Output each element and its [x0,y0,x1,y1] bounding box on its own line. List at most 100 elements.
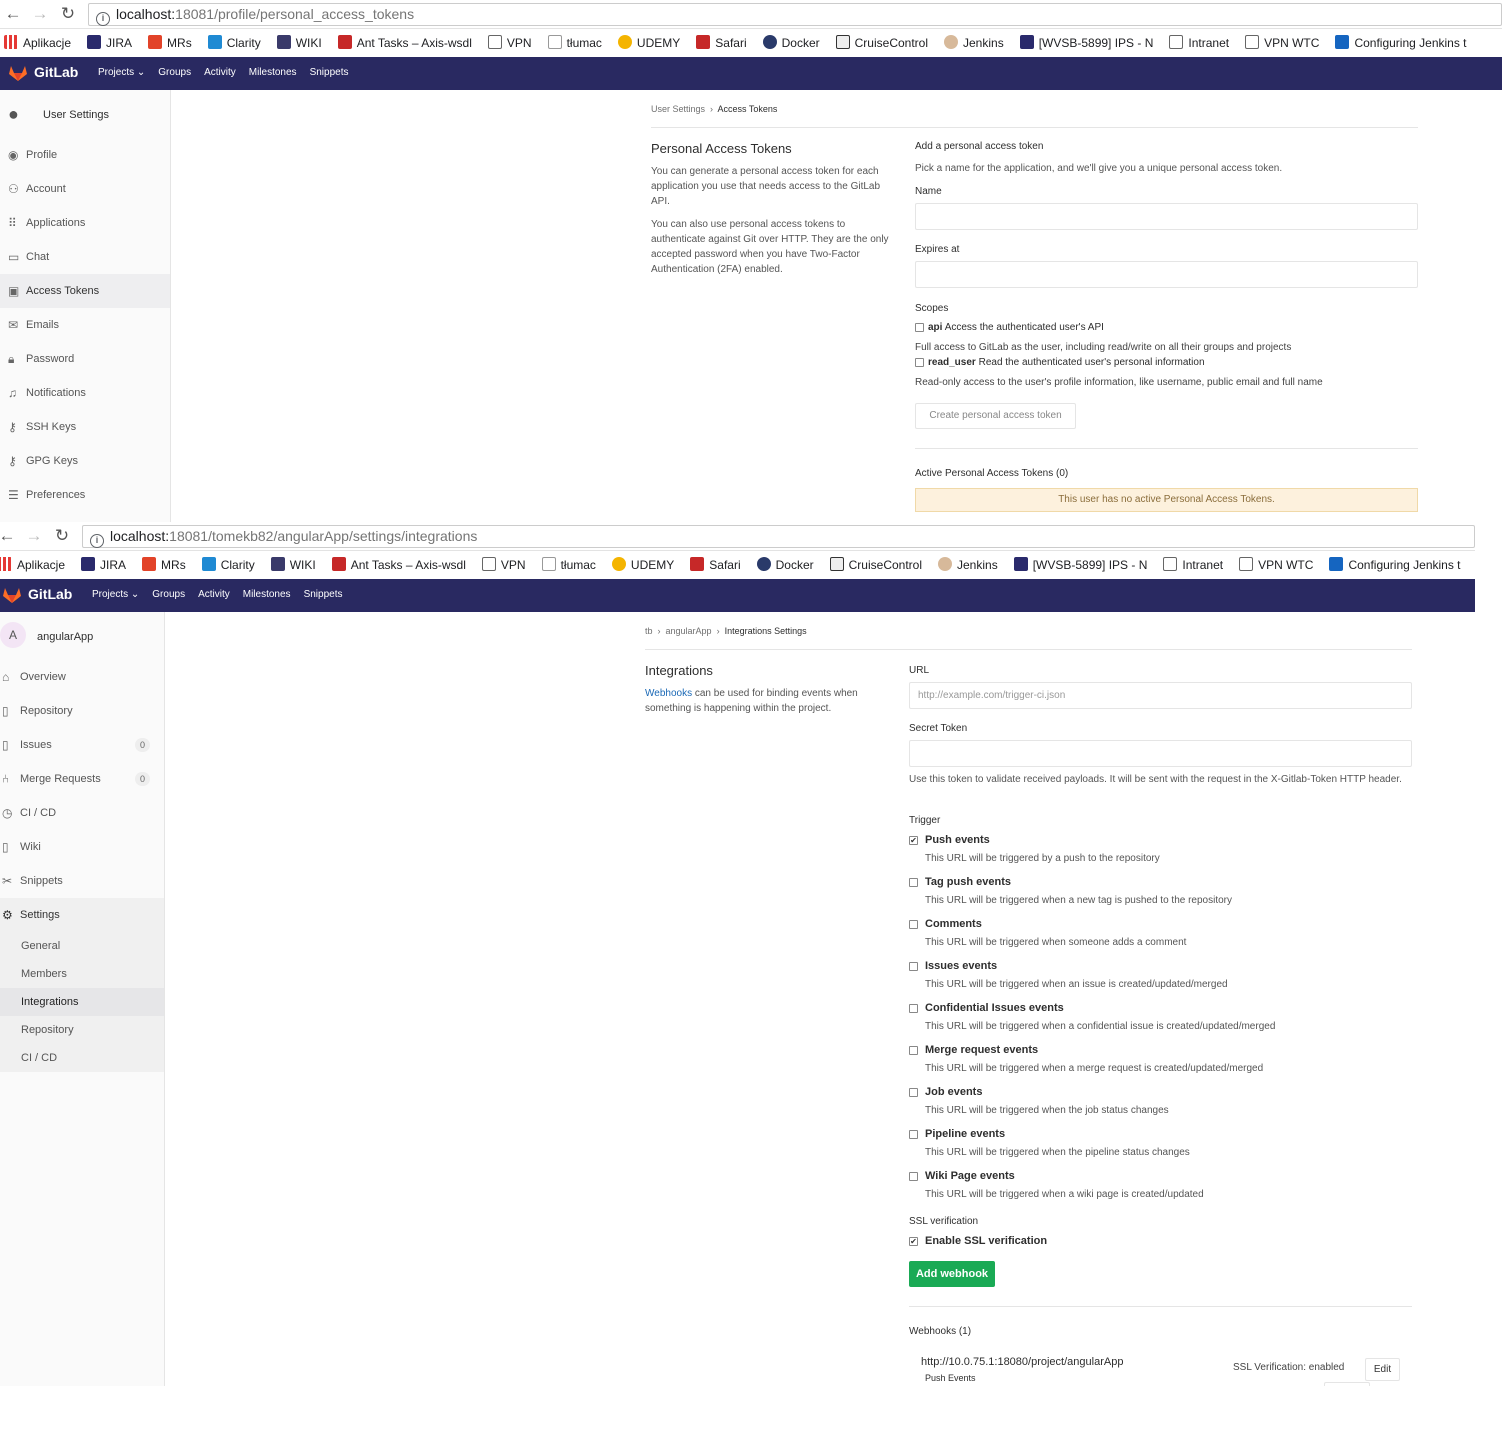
sidebar-item-applications[interactable]: ⠿ Applications [0,206,170,240]
bookmark-item[interactable]: tłumac [538,551,596,579]
bookmark-item[interactable]: Aplikacje [0,29,71,57]
issues-events-checkbox[interactable] [909,962,918,971]
nav-projects[interactable]: Projects ⌄ [98,67,145,78]
breadcrumb-access-tokens[interactable]: Access Tokens [718,104,778,114]
bookmark-item[interactable]: CruiseControl [832,29,928,57]
pipeline-events-checkbox[interactable] [909,1130,918,1139]
bookmark-item[interactable]: Clarity [198,551,255,579]
test-webhook-button[interactable] [1324,1382,1370,1386]
bookmark-item[interactable]: CruiseControl [826,551,922,579]
bookmark-item[interactable]: WIKI [273,29,322,57]
gitlab-logo-icon[interactable] [2,585,22,605]
settings-sub-general[interactable]: General [0,932,164,960]
nav-groups[interactable]: Groups [158,67,191,78]
nav-milestones[interactable]: Milestones [249,67,297,78]
bookmark-item[interactable]: Safari [686,551,741,579]
sidebar-item-preferences[interactable]: ☰ Preferences [0,478,170,512]
create-token-button[interactable]: Create personal access token [915,403,1076,429]
bookmark-item[interactable]: [WVSB-5899] IPS - N [1010,551,1147,579]
nav-activity[interactable]: Activity [204,67,236,78]
add-webhook-button[interactable]: Add webhook [909,1261,995,1287]
tag-push-events-checkbox[interactable] [909,878,918,887]
bookmark-item[interactable]: Intranet [1159,551,1223,579]
nav-snippets[interactable]: Snippets [310,67,349,78]
bookmark-item[interactable]: Jenkins [934,551,998,579]
sidebar-item-password[interactable]: 🔒︎ Password [0,342,170,376]
scope-api-checkbox[interactable] [915,323,924,332]
confidential-issues-events-checkbox[interactable] [909,1004,918,1013]
sidebar-item-wiki[interactable]: ▯ Wiki [0,830,164,864]
webhooks-link[interactable]: Webhooks [645,688,692,699]
bookmark-item[interactable]: MRs [144,29,192,57]
nav-activity[interactable]: Activity [198,589,230,600]
info-icon[interactable]: i [90,534,104,548]
nav-groups[interactable]: Groups [152,589,185,600]
brand-name[interactable]: GitLab [34,64,78,80]
breadcrumb-integrations[interactable]: Integrations Settings [725,626,807,636]
bookmark-item[interactable]: Configuring Jenkins t [1325,551,1461,579]
sidebar-item-settings[interactable]: ⚙ Settings [0,898,164,932]
bookmark-item[interactable]: MRs [138,551,186,579]
bookmark-item[interactable]: VPN [478,551,526,579]
back-icon[interactable]: ← [3,4,23,24]
sidebar-item-repository[interactable]: ▯ Repository [0,694,164,728]
bookmark-item[interactable]: WIKI [267,551,316,579]
breadcrumb-namespace[interactable]: tb [645,626,653,636]
sidebar-item-issues[interactable]: ▯ Issues 0 [0,728,164,762]
forward-icon[interactable]: → [24,526,44,546]
expires-input[interactable] [915,261,1418,288]
url-field[interactable]: i localhost:18081/profile/personal_access… [88,3,1502,26]
bookmark-item[interactable]: Aplikacje [0,551,65,579]
bookmark-item[interactable]: [WVSB-5899] IPS - N [1016,29,1153,57]
bookmark-item[interactable]: JIRA [77,551,126,579]
bookmark-item[interactable]: Intranet [1165,29,1229,57]
bookmark-item[interactable]: Ant Tasks – Axis-wsdl [334,29,472,57]
webhook-url-input[interactable]: http://example.com/trigger-ci.json [909,682,1412,709]
sidebar-item-account[interactable]: ⚇ Account [0,172,170,206]
bookmark-item[interactable]: UDEMY [614,29,680,57]
sidebar-item-overview[interactable]: ⌂ Overview [0,660,164,694]
sidebar-item-notifications[interactable]: ♫ Notifications [0,376,170,410]
sidebar-item-gpg-keys[interactable]: ⚷ GPG Keys [0,444,170,478]
settings-sub-ci-cd[interactable]: CI / CD [0,1044,164,1072]
nav-milestones[interactable]: Milestones [243,589,291,600]
sidebar-item-ci-cd[interactable]: ◷ CI / CD [0,796,164,830]
forward-icon[interactable]: → [30,4,50,24]
sidebar-item-merge-requests[interactable]: ⑃ Merge Requests 0 [0,762,164,796]
settings-sub-members[interactable]: Members [0,960,164,988]
secret-token-input[interactable] [909,740,1412,767]
sidebar-item-ssh-keys[interactable]: ⚷ SSH Keys [0,410,170,444]
bookmark-item[interactable]: Jenkins [940,29,1004,57]
merge-request-events-checkbox[interactable] [909,1046,918,1055]
comments-checkbox[interactable] [909,920,918,929]
breadcrumb-project[interactable]: angularApp [666,626,712,636]
bookmark-item[interactable]: Safari [692,29,747,57]
edit-webhook-button[interactable]: Edit [1365,1358,1400,1381]
reload-icon[interactable]: ↻ [58,4,78,24]
url-field[interactable]: i localhost:18081/tomekb82/angularApp/set… [82,525,1475,548]
sidebar-item-access-tokens[interactable]: ▣ Access Tokens [0,274,170,308]
settings-sub-integrations[interactable]: Integrations [0,988,164,1016]
info-icon[interactable]: i [96,12,110,26]
name-input[interactable] [915,203,1418,230]
bookmark-item[interactable]: Docker [753,551,814,579]
project-header[interactable]: A angularApp [0,612,164,660]
bookmark-item[interactable]: Ant Tasks – Axis-wsdl [328,551,466,579]
back-icon[interactable]: ← [0,526,17,546]
gitlab-logo-icon[interactable] [8,63,28,83]
sidebar-item-snippets[interactable]: ✂ Snippets [0,864,164,898]
bookmark-item[interactable]: VPN [484,29,532,57]
nav-snippets[interactable]: Snippets [304,589,343,600]
push-events-checkbox[interactable]: ✔ [909,836,918,845]
breadcrumb-user-settings[interactable]: User Settings [651,104,705,114]
bookmark-item[interactable]: tłumac [544,29,602,57]
scope-read-user-checkbox[interactable] [915,358,924,367]
sidebar-item-chat[interactable]: ▭ Chat [0,240,170,274]
nav-projects[interactable]: Projects ⌄ [92,589,139,600]
reload-icon[interactable]: ↻ [52,526,72,546]
bookmark-item[interactable]: JIRA [83,29,132,57]
enable-ssl-checkbox[interactable]: ✔ [909,1237,918,1246]
brand-name[interactable]: GitLab [28,586,72,602]
bookmark-item[interactable]: Docker [759,29,820,57]
bookmark-item[interactable]: Configuring Jenkins t [1331,29,1467,57]
